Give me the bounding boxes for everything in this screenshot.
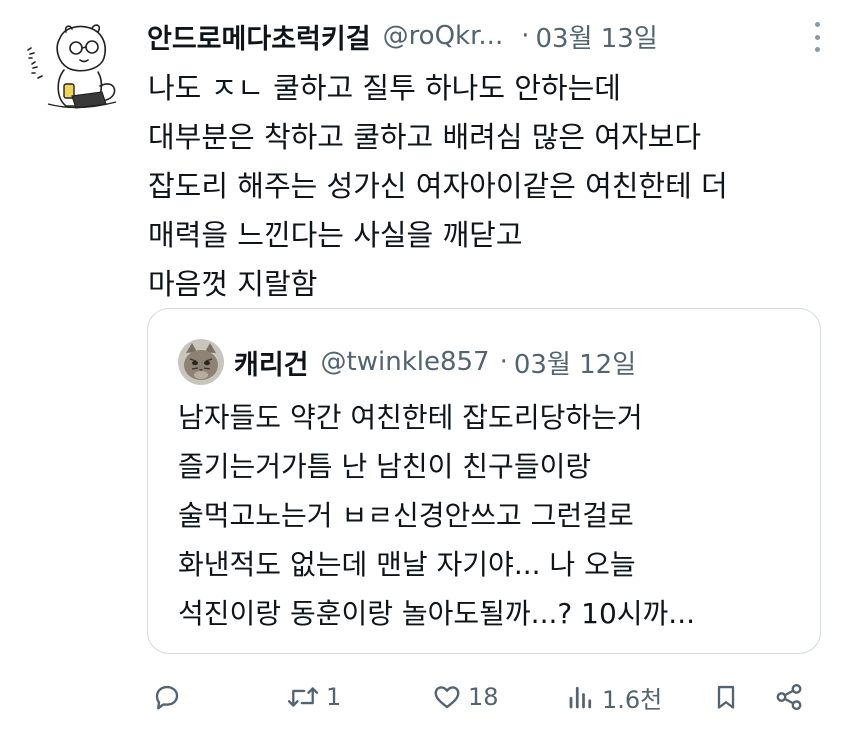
bookmark-button[interactable]: [712, 672, 740, 722]
tweet-text-line: 대부분은 착하고 쿨하고 배려심 많은 여자보다: [148, 120, 702, 154]
quoted-text-line: 즐기는거가틈 난 남친이 친구들이랑: [178, 450, 592, 483]
tweet-text-line: 마음껏 지랄함: [148, 267, 318, 301]
header-separator: ·: [521, 21, 530, 51]
heart-icon: [432, 682, 462, 712]
tweet-text: 나도 ㅈㄴ 쿨하고 질투 하나도 안하는데 대부분은 착하고 쿨하고 배려심 많…: [148, 64, 828, 309]
quoted-header-separator: ·: [499, 347, 508, 377]
action-bar: 1 18 1.6천: [148, 672, 828, 722]
tweet-header: 안드로메다초럭키걸 @roQkr... · 03월 13일: [147, 14, 830, 58]
more-options-icon[interactable]: [806, 22, 828, 52]
views-button[interactable]: 1.6천: [566, 672, 662, 722]
author-display-name[interactable]: 안드로메다초럭키걸: [147, 17, 371, 56]
quoted-author-name[interactable]: 캐리건: [234, 343, 309, 382]
author-handle[interactable]: @roQkr...: [383, 21, 504, 51]
views-icon: [566, 682, 596, 712]
tweet-text-line: 매력을 느낀다는 사실을 깨닫고: [148, 218, 523, 252]
bookmark-icon: [712, 682, 740, 712]
share-button[interactable]: [774, 672, 804, 722]
quoted-tweet-date[interactable]: 03월 12일: [514, 344, 636, 381]
quoted-text-line: 석진이랑 동훈이랑 놀아도될까...? 10시까...: [178, 597, 695, 630]
quoted-text-line: 술먹고노는거 ㅂㄹ신경안쓰고 그런걸로: [178, 499, 634, 532]
retweet-button[interactable]: 1: [286, 672, 341, 722]
tweet-date[interactable]: 03월 13일: [535, 18, 657, 55]
retweet-icon: [286, 682, 320, 712]
quoted-text-line: 남자들도 약간 여친한테 잡도리당하는거: [178, 401, 643, 434]
like-count: 18: [468, 683, 499, 711]
views-count: 1.6천: [602, 685, 663, 714]
share-icon: [774, 682, 804, 712]
tweet-text-line: 나도 ㅈㄴ 쿨하고 질투 하나도 안하는데: [148, 71, 621, 105]
quoted-tweet-text: 남자들도 약간 여친한테 잡도리당하는거 즐기는거가틈 난 남친이 친구들이랑 …: [178, 393, 808, 638]
quoted-text-line: 화낸적도 없는데 맨날 자기야... 나 오늘: [178, 548, 636, 581]
like-button[interactable]: 18: [432, 672, 499, 722]
quoted-tweet[interactable]: 캐리건 @twinkle857 · 03월 12일 남자들도 약간 여친한테 잡…: [147, 308, 821, 654]
reply-icon: [152, 682, 182, 712]
tweet-text-line: 잡도리 해주는 성가신 여자아이같은 여친한테 더: [148, 169, 728, 203]
quoted-author-handle[interactable]: @twinkle857: [321, 347, 490, 377]
retweet-count: 1: [326, 683, 342, 711]
reply-button[interactable]: [152, 672, 188, 722]
avatar[interactable]: [20, 20, 128, 120]
quoted-author-avatar[interactable]: [178, 339, 224, 385]
quoted-tweet-header: 캐리건 @twinkle857 · 03월 12일: [234, 339, 636, 385]
